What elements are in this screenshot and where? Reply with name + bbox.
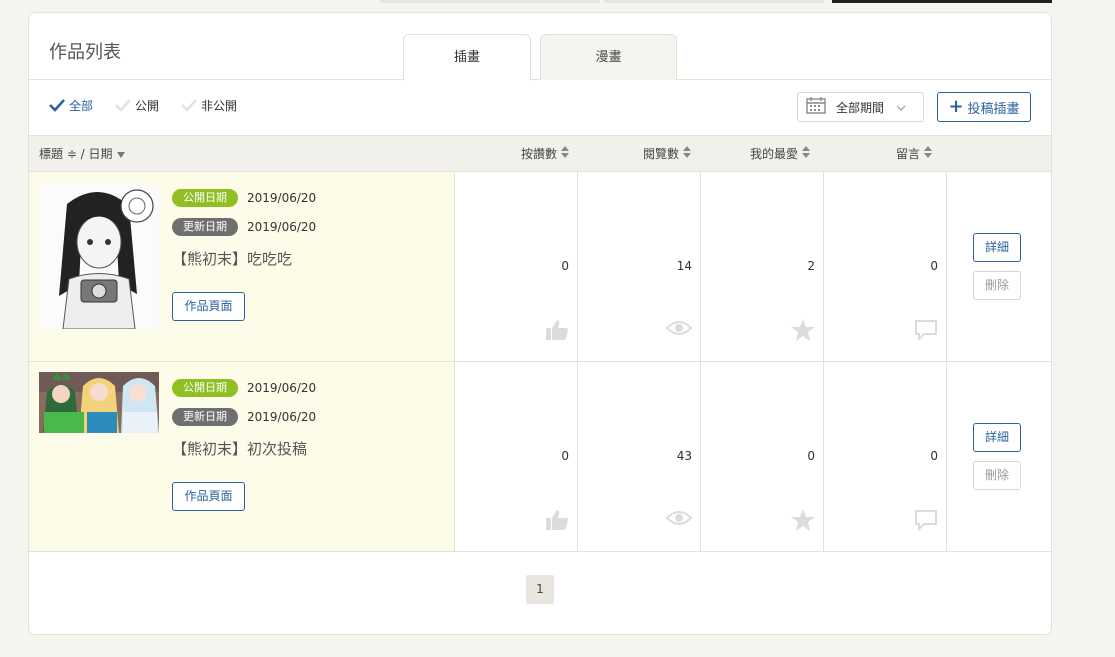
pagination-page-1[interactable]: 1 [526, 575, 554, 604]
views-count: 43 [676, 449, 692, 463]
header-likes[interactable]: 按讚數 [521, 136, 570, 172]
filter-label: 全部 [69, 98, 94, 113]
views-cell: 43 [578, 362, 701, 551]
eye-icon [665, 509, 693, 531]
card-header: 作品列表 插畫 漫畫 [29, 13, 1051, 81]
likes-cell: 0 [455, 362, 578, 551]
table-row: 公開日期 2019/06/20 更新日期 2019/06/20 【熊初末】吃吃吃… [29, 172, 1051, 362]
publish-date: 2019/06/20 [247, 191, 317, 205]
update-date-row: 更新日期 2019/06/20 [172, 408, 316, 426]
work-thumbnail[interactable] [39, 184, 159, 329]
header-comments[interactable]: 留言 [896, 136, 933, 172]
filter-label: 公開 [135, 98, 160, 113]
comments-count: 0 [930, 259, 938, 273]
sort-down-icon [116, 136, 125, 172]
thumbs-up-icon [545, 319, 569, 345]
eye-icon [665, 319, 693, 341]
likes-count: 0 [561, 449, 569, 463]
plus-icon: + [948, 96, 964, 117]
update-date-row: 更新日期 2019/06/20 [172, 218, 316, 236]
page-title: 作品列表 [49, 42, 121, 63]
work-title: 【熊初末】吃吃吃 [172, 250, 293, 268]
header-label: 按讚數 [521, 147, 558, 161]
publish-date: 2019/06/20 [247, 381, 317, 395]
publish-date-row: 公開日期 2019/06/20 [172, 379, 316, 397]
favorites-count: 2 [807, 259, 815, 273]
header-label: 留言 [896, 147, 921, 161]
views-cell: 14 [578, 172, 701, 361]
calendar-icon [806, 96, 826, 118]
publish-date-badge: 公開日期 [172, 189, 238, 207]
header-favorites[interactable]: 我的最愛 [750, 136, 811, 172]
top-bar-segment [380, 0, 600, 3]
speech-bubble-icon [914, 509, 938, 535]
table-header: 標題 ≑ / 日期 按讚數 閱覽數 我的最愛 留言 [29, 135, 1051, 172]
update-date: 2019/06/20 [247, 220, 317, 234]
likes-cell: 0 [455, 172, 578, 361]
star-icon [791, 319, 815, 345]
favorites-count: 0 [807, 449, 815, 463]
speech-bubble-icon [914, 319, 938, 345]
table-row: 公開日期 2019/06/20 更新日期 2019/06/20 【熊初末】初次投… [29, 362, 1051, 552]
period-select[interactable]: 全部期間 [797, 92, 924, 122]
publish-date-row: 公開日期 2019/06/20 [172, 189, 316, 207]
views-count: 14 [676, 259, 692, 273]
detail-button[interactable]: 詳細 [973, 233, 1021, 262]
work-title: 【熊初末】初次投稿 [172, 440, 308, 458]
top-bar [0, 0, 1115, 3]
tab-manga[interactable]: 漫畫 [540, 34, 677, 80]
work-page-button[interactable]: 作品頁面 [172, 482, 245, 511]
work-info-cell: 公開日期 2019/06/20 更新日期 2019/06/20 【熊初末】初次投… [29, 362, 455, 551]
sort-icon [802, 136, 811, 172]
header-title-date[interactable]: 標題 ≑ / 日期 [39, 136, 125, 172]
sort-icon [683, 136, 692, 172]
comments-cell: 0 [824, 362, 947, 551]
sort-icon [561, 136, 570, 172]
post-illustration-button[interactable]: + 投稿插畫 [937, 92, 1031, 122]
update-date-badge: 更新日期 [172, 408, 238, 426]
favorites-cell: 2 [701, 172, 824, 361]
top-bar-segment [604, 0, 824, 3]
comments-count: 0 [930, 449, 938, 463]
top-bar-segment-active [832, 0, 1052, 3]
sort-icon [924, 136, 933, 172]
check-icon [115, 98, 131, 112]
header-label: 我的最愛 [750, 147, 799, 161]
period-label: 全部期間 [836, 100, 885, 115]
filter-all[interactable]: 全部 [49, 97, 93, 114]
update-date: 2019/06/20 [247, 410, 317, 424]
work-info-cell: 公開日期 2019/06/20 更新日期 2019/06/20 【熊初末】吃吃吃… [29, 172, 455, 361]
update-date-badge: 更新日期 [172, 218, 238, 236]
comments-cell: 0 [824, 172, 947, 361]
header-views[interactable]: 閱覽數 [643, 136, 692, 172]
works-list-card: 作品列表 插畫 漫畫 全部 公開 非公開 全部期間 + 投稿插畫 標題 ≑ / … [28, 12, 1052, 635]
detail-button[interactable]: 詳細 [973, 423, 1021, 452]
filter-label: 非公開 [201, 98, 238, 113]
filter-private[interactable]: 非公開 [181, 97, 237, 114]
header-label: 標題 ≑ / 日期 [39, 147, 113, 161]
work-thumbnail[interactable] [39, 372, 159, 433]
delete-button[interactable]: 刪除 [973, 461, 1021, 490]
thumbs-up-icon [545, 509, 569, 535]
check-icon [49, 98, 65, 112]
header-label: 閱覽數 [643, 147, 680, 161]
delete-button[interactable]: 刪除 [973, 271, 1021, 300]
work-page-button[interactable]: 作品頁面 [172, 292, 245, 321]
likes-count: 0 [561, 259, 569, 273]
tab-illustration[interactable]: 插畫 [403, 34, 531, 81]
post-button-label: 投稿插畫 [967, 101, 1020, 117]
filter-public[interactable]: 公開 [115, 97, 159, 114]
publish-date-badge: 公開日期 [172, 379, 238, 397]
chevron-down-icon [896, 100, 906, 115]
check-icon [181, 98, 197, 112]
favorites-cell: 0 [701, 362, 824, 551]
visibility-filters: 全部 公開 非公開 [49, 95, 259, 115]
star-icon [791, 509, 815, 535]
